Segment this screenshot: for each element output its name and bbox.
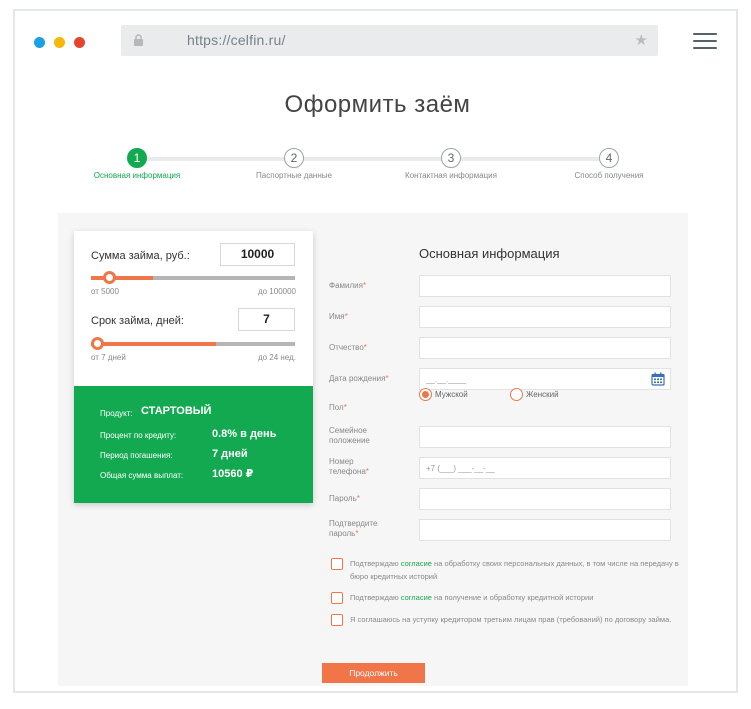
page-title: Оформить заём	[284, 91, 471, 118]
consent-link-1[interactable]: согласие	[401, 559, 432, 568]
step-number: 1	[127, 148, 147, 168]
gender-female-label: Женский	[526, 390, 559, 399]
window-controls	[34, 37, 85, 48]
address-bar[interactable]: https://celfin.ru/ ★	[121, 25, 658, 56]
gender-label: Пол*	[329, 403, 347, 412]
step-label: Способ получения	[574, 171, 644, 180]
total-label: Общая сумма выплат:	[100, 471, 184, 480]
term-slider-handle[interactable]	[91, 337, 104, 350]
lock-icon	[134, 34, 143, 46]
step-number: 2	[284, 148, 304, 168]
application-panel: Сумма займа, руб.: 10000 от 5000 до 1000…	[58, 213, 688, 686]
continue-button[interactable]: Продолжить	[322, 663, 425, 683]
step-label: Основная информация	[93, 171, 181, 180]
form-title: Основная информация	[419, 246, 560, 261]
amount-input[interactable]: 10000	[220, 243, 295, 266]
product-label: Продукт:	[100, 409, 133, 418]
birth-date-placeholder: __.__.____	[426, 375, 467, 384]
star-icon[interactable]: ★	[635, 31, 648, 49]
term-slider-fill	[91, 342, 216, 346]
password-field[interactable]	[419, 488, 671, 510]
consent-link-2[interactable]: согласие	[401, 593, 432, 602]
step-number: 4	[599, 148, 619, 168]
consent-text-1: Подтверждаю согласие на обработку своих …	[350, 559, 679, 581]
phone-placeholder: +7 (___) ___-__-__	[426, 464, 495, 473]
total-value: 10560 ₽	[212, 468, 254, 480]
step-label: Паспортные данные	[256, 171, 332, 180]
last-name-field[interactable]	[419, 275, 671, 297]
term-slider[interactable]	[91, 337, 295, 350]
term-max-label: до 24 нед.	[257, 353, 296, 362]
password-label: Пароль*	[329, 494, 360, 503]
browser-frame: https://celfin.ru/ ★ Оформить заём 1 Осн…	[13, 9, 738, 693]
radio-circle	[419, 388, 432, 401]
rate-label: Процент по кредиту:	[100, 431, 177, 440]
amount-label: Сумма займа, руб.:	[91, 250, 190, 262]
gender-male-radio[interactable]: Мужской	[419, 388, 468, 401]
term-min-label: от 7 дней	[91, 353, 126, 362]
phone-field[interactable]: +7 (___) ___-__-__	[419, 457, 671, 479]
amount-slider[interactable]	[91, 271, 295, 284]
step-label: Контактная информация	[405, 171, 497, 180]
radio-circle	[510, 388, 523, 401]
first-name-label: Имя*	[329, 312, 348, 321]
marital-status-field[interactable]	[419, 426, 671, 448]
first-name-field[interactable]	[419, 306, 671, 328]
step-4[interactable]: 4 Способ получения	[534, 148, 684, 180]
period-value: 7 дней	[212, 448, 248, 460]
term-label: Срок займа, дней:	[91, 315, 184, 327]
gender-male-label: Мужской	[435, 390, 468, 399]
term-input[interactable]: 7	[238, 308, 295, 331]
close-window-dot[interactable]	[34, 37, 45, 48]
rate-value: 0.8% в день	[212, 428, 277, 440]
step-1[interactable]: 1 Основная информация	[62, 148, 212, 180]
last-name-label: Фамилия*	[329, 281, 367, 290]
consent-checkbox-2[interactable]	[331, 592, 343, 604]
step-3[interactable]: 3 Контактная информация	[376, 148, 526, 180]
url-text[interactable]: https://celfin.ru/	[187, 32, 286, 48]
loan-summary: Продукт: СТАРТОВЫЙ Процент по кредиту: 0…	[74, 386, 313, 503]
amount-min-label: от 5000	[91, 287, 119, 296]
step-number: 3	[441, 148, 461, 168]
consent-text-3: Я соглашаюсь на уступку кредитором треть…	[350, 615, 672, 624]
consent-checkbox-1[interactable]	[331, 558, 343, 570]
calendar-icon[interactable]	[651, 372, 665, 386]
consent-text-2: Подтверждаю согласие на получение и обра…	[350, 593, 594, 602]
patronymic-field[interactable]	[419, 337, 671, 359]
birth-date-label: Дата рождения*	[329, 374, 389, 383]
patronymic-label: Отчество*	[329, 343, 367, 352]
amount-slider-fill	[91, 276, 153, 280]
minimize-window-dot[interactable]	[54, 37, 65, 48]
amount-slider-handle[interactable]	[103, 271, 116, 284]
loan-calculator: Сумма займа, руб.: 10000 от 5000 до 1000…	[74, 231, 313, 503]
step-2[interactable]: 2 Паспортные данные	[219, 148, 369, 180]
phone-label: Номер телефона*	[329, 457, 369, 476]
product-value: СТАРТОВЫЙ	[141, 405, 212, 417]
confirm-password-label: Подтвердите пароль*	[329, 519, 378, 538]
gender-female-radio[interactable]: Женский	[510, 388, 559, 401]
hamburger-menu-icon[interactable]	[693, 33, 717, 49]
amount-max-label: до 100000	[257, 287, 296, 296]
birth-date-field[interactable]: __.__.____	[419, 368, 671, 390]
confirm-password-field[interactable]	[419, 519, 671, 541]
period-label: Период погашения:	[100, 451, 173, 460]
consent-checkbox-3[interactable]	[331, 614, 343, 626]
maximize-window-dot[interactable]	[74, 37, 85, 48]
marital-status-label: Семейное положение	[329, 426, 370, 445]
